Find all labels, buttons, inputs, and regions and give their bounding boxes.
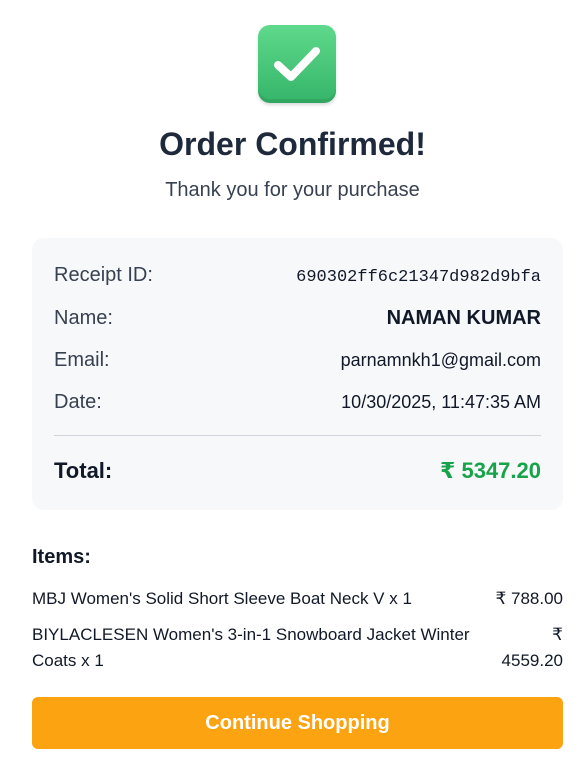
email-label: Email: xyxy=(54,349,110,371)
total-row: Total: ₹ 5347.20 xyxy=(54,458,541,484)
list-item: MBJ Women's Solid Short Sleeve Boat Neck… xyxy=(32,586,563,612)
list-item: BIYLACLESEN Women's 3-in-1 Snowboard Jac… xyxy=(32,622,563,674)
items-heading: Items: xyxy=(32,546,91,568)
receipt-id-value: 690302ff6c21347d982d9bfa xyxy=(296,268,541,287)
email-value: parnamnkh1@gmail.com xyxy=(340,350,541,370)
total-label: Total: xyxy=(54,458,113,483)
name-row: Name: NAMAN KUMAR xyxy=(54,307,541,330)
item-price: ₹ 788.00 xyxy=(495,589,563,608)
date-row: Date: 10/30/2025, 11:47:35 AM xyxy=(54,391,541,414)
page-title: Order Confirmed! xyxy=(159,126,426,162)
email-row: Email: parnamnkh1@gmail.com xyxy=(54,349,541,372)
success-check-badge xyxy=(258,25,336,103)
check-mark-icon xyxy=(258,25,336,103)
name-value: NAMAN KUMAR xyxy=(386,307,541,329)
receipt-id-row: Receipt ID: 690302ff6c21347d982d9bfa xyxy=(54,264,541,287)
name-label: Name: xyxy=(54,307,113,329)
receipt-id-label: Receipt ID: xyxy=(54,264,153,286)
receipt-card: Receipt ID: 690302ff6c21347d982d9bfa Nam… xyxy=(32,238,563,510)
item-price: ₹ 4559.20 xyxy=(501,625,563,670)
item-name: MBJ Women's Solid Short Sleeve Boat Neck… xyxy=(32,589,412,608)
date-label: Date: xyxy=(54,391,102,413)
item-name: BIYLACLESEN Women's 3-in-1 Snowboard Jac… xyxy=(32,625,470,670)
continue-shopping-button[interactable]: Continue Shopping xyxy=(32,697,563,749)
date-value: 10/30/2025, 11:47:35 AM xyxy=(341,392,541,412)
total-value: ₹ 5347.20 xyxy=(440,458,541,483)
receipt-divider xyxy=(54,435,541,436)
page-subtitle: Thank you for your purchase xyxy=(165,179,420,201)
